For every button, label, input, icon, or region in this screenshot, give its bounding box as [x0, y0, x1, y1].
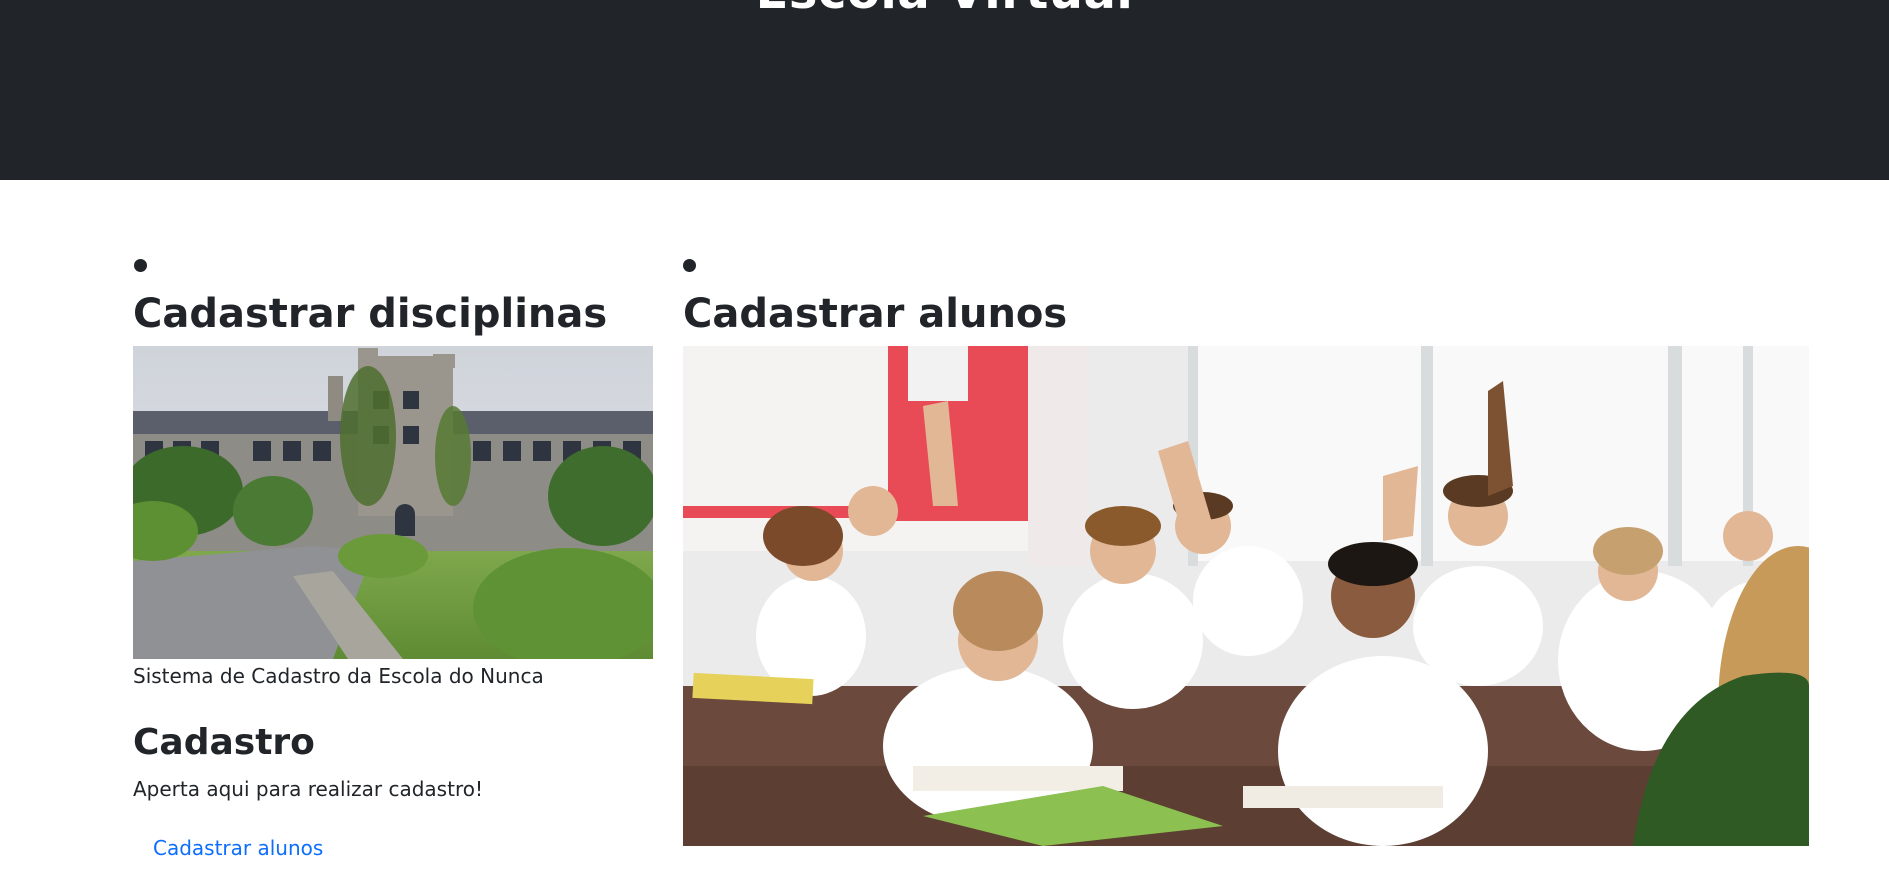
- school-building-image: [133, 346, 653, 659]
- main-content: Cadastrar disciplinas Sistema de Cadastr…: [0, 180, 1889, 871]
- image-caption: Sistema de Cadastro da Escola do Nunca: [133, 664, 544, 688]
- cadastro-description: Aperta aqui para realizar cadastro!: [133, 777, 483, 801]
- cadastro-heading: Cadastro: [133, 722, 315, 763]
- right-column-title: Cadastrar alunos: [683, 291, 1068, 337]
- left-list-bullet: [134, 259, 147, 272]
- site-title: Escola Virtual: [756, 0, 1134, 20]
- left-column-title: Cadastrar disciplinas: [133, 291, 608, 337]
- classroom-students-image: [683, 346, 1809, 846]
- right-list-bullet: [683, 259, 696, 272]
- site-header: Escola Virtual: [0, 0, 1889, 180]
- cadastrar-alunos-link[interactable]: Cadastrar alunos: [153, 836, 323, 860]
